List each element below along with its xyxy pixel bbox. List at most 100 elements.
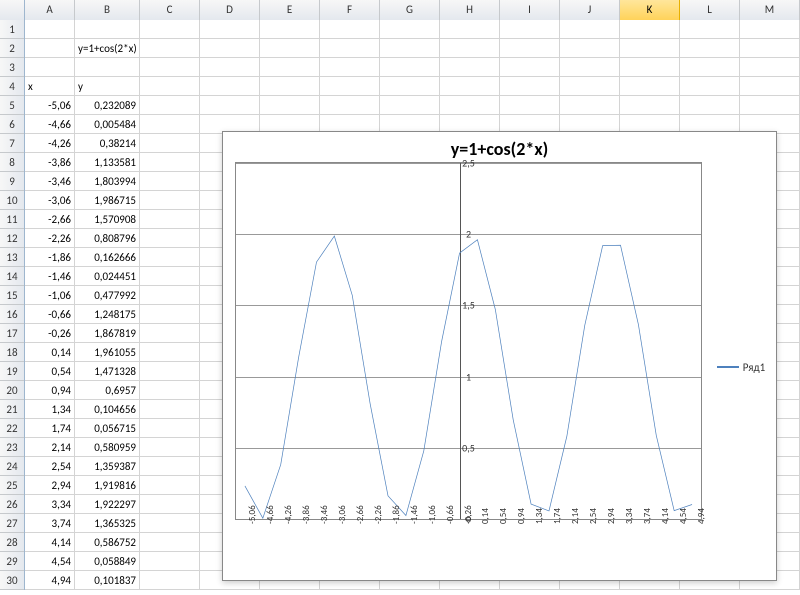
- cell-C29[interactable]: [140, 552, 200, 571]
- row-header-30[interactable]: 30: [0, 571, 24, 590]
- cell-J4[interactable]: [560, 77, 620, 96]
- cell-L2[interactable]: [680, 39, 740, 58]
- cell-H4[interactable]: [440, 77, 500, 96]
- cell-G4[interactable]: [380, 77, 440, 96]
- cell-A8[interactable]: -3,86: [25, 153, 75, 172]
- cell-C12[interactable]: [140, 229, 200, 248]
- cell-B29[interactable]: 0,058849: [75, 552, 140, 571]
- col-header-C[interactable]: C: [140, 0, 200, 20]
- cell-C27[interactable]: [140, 514, 200, 533]
- cell-C2[interactable]: [140, 39, 200, 58]
- cell-C13[interactable]: [140, 248, 200, 267]
- cell-B25[interactable]: 1,919816: [75, 476, 140, 495]
- col-header-B[interactable]: B: [75, 0, 140, 20]
- row-header-19[interactable]: 19: [0, 362, 24, 381]
- cell-B16[interactable]: 1,248175: [75, 305, 140, 324]
- cell-A20[interactable]: 0,94: [25, 381, 75, 400]
- cell-C22[interactable]: [140, 419, 200, 438]
- cell-J5[interactable]: [560, 96, 620, 115]
- cell-B26[interactable]: 1,922297: [75, 495, 140, 514]
- cell-A10[interactable]: -3,06: [25, 191, 75, 210]
- cell-A15[interactable]: -1,06: [25, 286, 75, 305]
- cell-A21[interactable]: 1,34: [25, 400, 75, 419]
- cell-D1[interactable]: [200, 20, 260, 39]
- cell-L1[interactable]: [680, 20, 740, 39]
- row-header-24[interactable]: 24: [0, 457, 24, 476]
- cell-A17[interactable]: -0,26: [25, 324, 75, 343]
- cell-C25[interactable]: [140, 476, 200, 495]
- cell-A6[interactable]: -4,66: [25, 115, 75, 134]
- cell-A25[interactable]: 2,94: [25, 476, 75, 495]
- cell-A16[interactable]: -0,66: [25, 305, 75, 324]
- cell-C11[interactable]: [140, 210, 200, 229]
- cell-A11[interactable]: -2,66: [25, 210, 75, 229]
- row-header-5[interactable]: 5: [0, 96, 24, 115]
- cell-K1[interactable]: [620, 20, 680, 39]
- cell-B5[interactable]: 0,232089: [75, 96, 140, 115]
- cell-C3[interactable]: [140, 58, 200, 77]
- cell-C14[interactable]: [140, 267, 200, 286]
- cell-B17[interactable]: 1,867819: [75, 324, 140, 343]
- cell-F2[interactable]: [320, 39, 380, 58]
- col-header-D[interactable]: D: [200, 0, 260, 20]
- cell-A29[interactable]: 4,54: [25, 552, 75, 571]
- cell-A19[interactable]: 0,54: [25, 362, 75, 381]
- cell-C24[interactable]: [140, 457, 200, 476]
- cell-C4[interactable]: [140, 77, 200, 96]
- cell-B23[interactable]: 0,580959: [75, 438, 140, 457]
- row-header-29[interactable]: 29: [0, 552, 24, 571]
- cell-K3[interactable]: [620, 58, 680, 77]
- cell-L4[interactable]: [680, 77, 740, 96]
- select-all-corner[interactable]: [0, 0, 25, 20]
- row-header-17[interactable]: 17: [0, 324, 24, 343]
- cell-K4[interactable]: [620, 77, 680, 96]
- cell-D4[interactable]: [200, 77, 260, 96]
- cell-C8[interactable]: [140, 153, 200, 172]
- cell-I3[interactable]: [500, 58, 560, 77]
- cell-A23[interactable]: 2,14: [25, 438, 75, 457]
- cell-B1[interactable]: [75, 20, 140, 39]
- cell-C28[interactable]: [140, 533, 200, 552]
- cell-C6[interactable]: [140, 115, 200, 134]
- row-header-9[interactable]: 9: [0, 172, 24, 191]
- cell-C10[interactable]: [140, 191, 200, 210]
- row-header-7[interactable]: 7: [0, 134, 24, 153]
- cell-C9[interactable]: [140, 172, 200, 191]
- cell-C15[interactable]: [140, 286, 200, 305]
- cell-C1[interactable]: [140, 20, 200, 39]
- col-header-F[interactable]: F: [320, 0, 380, 20]
- cell-B2[interactable]: y=1+cos(2*x): [75, 39, 140, 58]
- cell-I1[interactable]: [500, 20, 560, 39]
- cell-A14[interactable]: -1,46: [25, 267, 75, 286]
- row-header-25[interactable]: 25: [0, 476, 24, 495]
- row-header-22[interactable]: 22: [0, 419, 24, 438]
- row-header-14[interactable]: 14: [0, 267, 24, 286]
- cell-C19[interactable]: [140, 362, 200, 381]
- cell-E5[interactable]: [260, 96, 320, 115]
- cell-F4[interactable]: [320, 77, 380, 96]
- cell-D5[interactable]: [200, 96, 260, 115]
- cell-A26[interactable]: 3,34: [25, 495, 75, 514]
- row-header-4[interactable]: 4: [0, 77, 24, 96]
- cell-B15[interactable]: 0,477992: [75, 286, 140, 305]
- cell-A13[interactable]: -1,86: [25, 248, 75, 267]
- cell-B8[interactable]: 1,133581: [75, 153, 140, 172]
- cell-C5[interactable]: [140, 96, 200, 115]
- cell-A27[interactable]: 3,74: [25, 514, 75, 533]
- cell-I4[interactable]: [500, 77, 560, 96]
- cell-M4[interactable]: [740, 77, 800, 96]
- cell-L3[interactable]: [680, 58, 740, 77]
- cell-F1[interactable]: [320, 20, 380, 39]
- col-header-M[interactable]: M: [740, 0, 800, 20]
- cell-B24[interactable]: 1,359387: [75, 457, 140, 476]
- cell-E4[interactable]: [260, 77, 320, 96]
- cell-B27[interactable]: 1,365325: [75, 514, 140, 533]
- row-header-28[interactable]: 28: [0, 533, 24, 552]
- row-header-8[interactable]: 8: [0, 153, 24, 172]
- cell-C17[interactable]: [140, 324, 200, 343]
- cell-A2[interactable]: [25, 39, 75, 58]
- col-header-A[interactable]: A: [25, 0, 75, 20]
- cell-J3[interactable]: [560, 58, 620, 77]
- cell-A24[interactable]: 2,54: [25, 457, 75, 476]
- cell-E1[interactable]: [260, 20, 320, 39]
